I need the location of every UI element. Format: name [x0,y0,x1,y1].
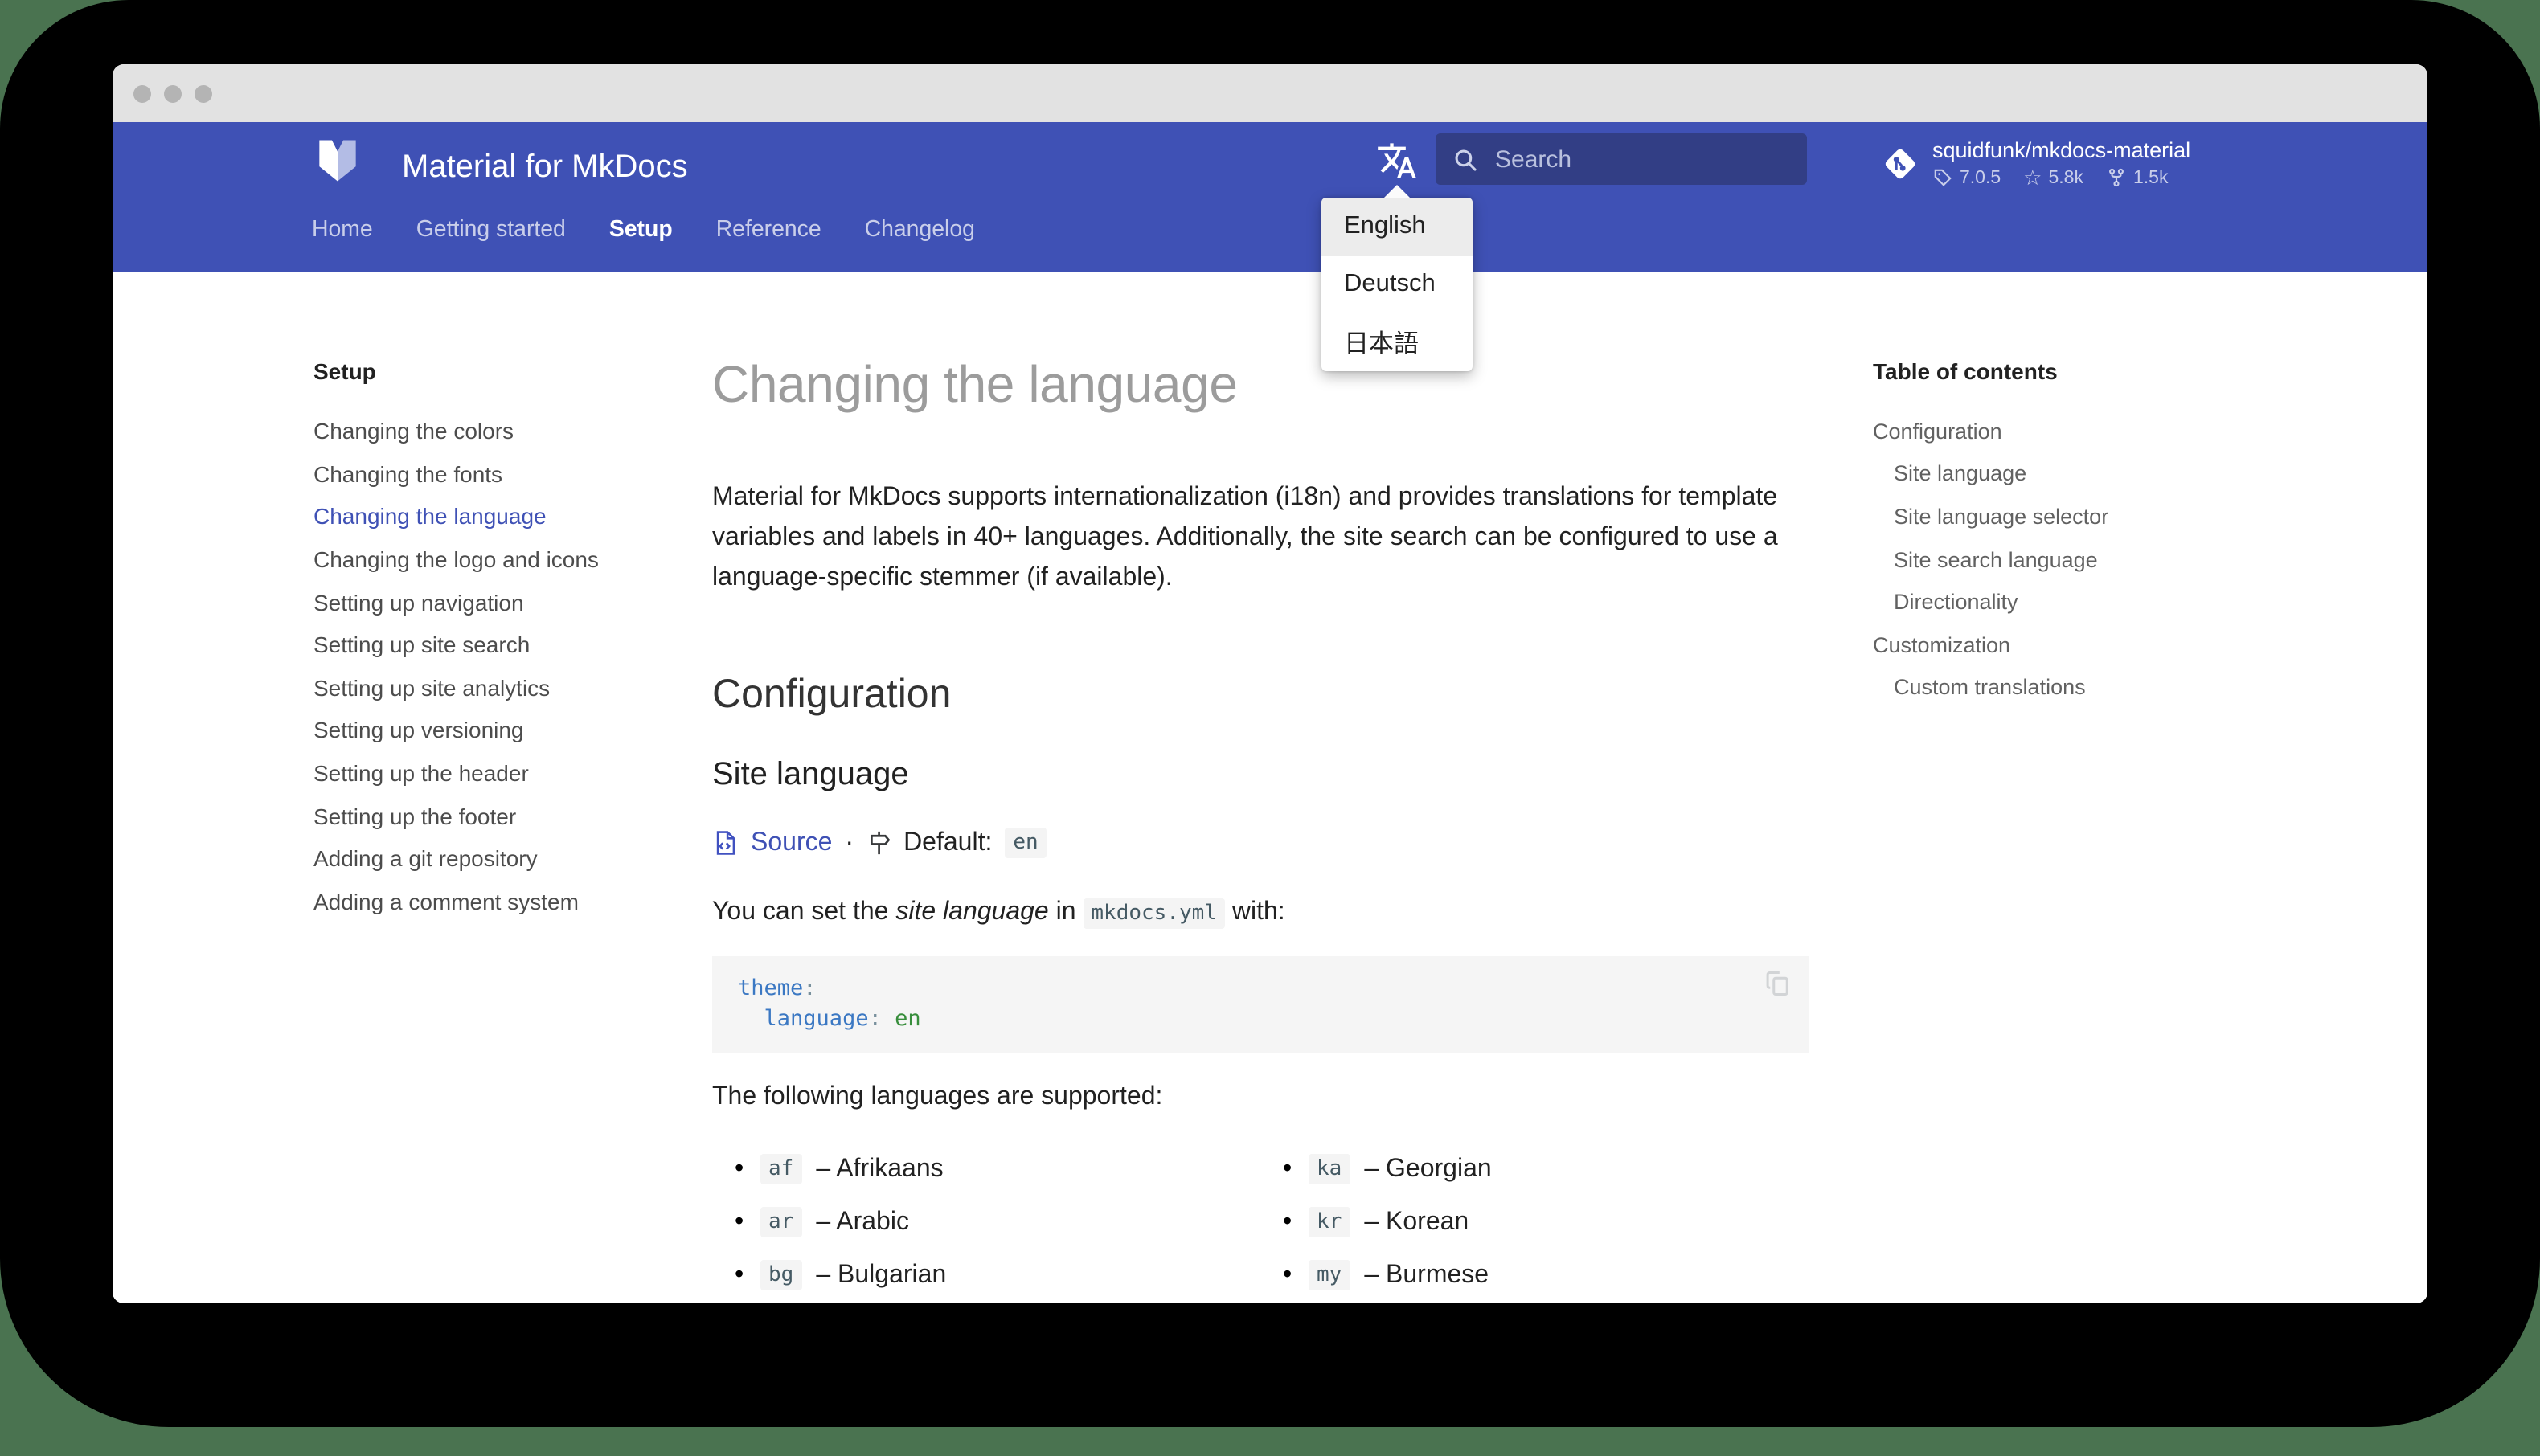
language-list-item: ar – Arabic [712,1196,1260,1249]
sidebar-item[interactable]: Adding a git repository [313,837,683,880]
page-title: Changing the language [712,355,1238,413]
git-icon [1885,149,1915,179]
supported-paragraph: The following languages are supported: [712,1083,1163,1110]
nav-tab[interactable]: Getting started [416,214,566,246]
article: Changing the language Material for MkDoc… [712,352,1809,1302]
language-list-item: my – Burmese [1260,1249,1809,1302]
set-language-paragraph: You can set the site language in mkdocs.… [712,894,1809,934]
search-box [1436,133,1807,185]
sidebar-item[interactable]: Setting up site search [313,624,683,666]
toc-item[interactable]: Customization [1873,624,2218,666]
sidebar-item[interactable]: Changing the colors [313,410,683,452]
source-file-icon [716,831,735,855]
source-default-line: Source · Default: en [712,828,1809,858]
language-option[interactable]: English [1321,198,1473,256]
default-value-code: en [1005,828,1047,858]
language-list-item: bg – Bulgarian [712,1249,1260,1302]
language-list-item: kr – Korean [1260,1196,1809,1249]
language-list-item: af – Afrikaans [712,1143,1260,1196]
code-line: theme: [738,975,817,1001]
section-heading-configuration: Configuration [712,672,952,717]
nav-tab[interactable]: Setup [609,214,673,246]
toc-item[interactable]: Configuration [1873,410,2218,452]
table-of-contents: Table of contents Configuration Site lan… [1873,355,2218,709]
translate-icon[interactable] [1376,140,1418,182]
source-link[interactable]: Source [751,828,832,857]
code-block: theme: language: en [712,956,1809,1053]
bullet-icon [735,1208,760,1237]
window-close-button[interactable] [133,84,151,102]
nav-tab[interactable]: Changelog [865,214,975,246]
repo-stats: 7.0.5 ☆ 5.8k 1.5k [1932,165,2190,189]
language-option[interactable]: Deutsch [1321,256,1473,313]
toc-item[interactable]: Directionality [1873,581,2218,624]
bullet-icon [735,1261,760,1290]
star-icon: ☆ [2023,165,2042,189]
sidebar-title: Setup [313,358,376,384]
subsection-heading-site-language: Site language [712,757,909,792]
sidebar-item[interactable]: Changing the fonts [313,452,683,495]
nav-tab[interactable]: Reference [716,214,821,246]
sidebar-item[interactable]: Setting up site analytics [313,666,683,709]
repo-version: 7.0.5 [1960,168,2001,187]
tag-icon [1934,169,1952,186]
main-area: Setup Changing the colors Changing the f… [113,272,2427,1303]
repo-name: squidfunk/mkdocs-material [1932,138,2191,162]
toc-items: Configuration Site language Site languag… [1873,410,2218,709]
default-label: Default: [903,828,993,856]
sidebar-item[interactable]: Setting up versioning [313,709,683,751]
window-titlebar [113,64,2427,122]
search-icon [1455,149,1477,170]
search-input[interactable] [1495,145,1784,173]
milestone-icon [871,831,891,855]
sidebar-item[interactable]: Setting up the footer [313,795,683,837]
code-line: language: en [764,1006,921,1032]
separator-dot: · [845,828,854,856]
sidebar-nav: Setup Changing the colors Changing the f… [313,355,683,922]
language-list-right: ka – Georgian kr – Korean [1260,1143,1809,1302]
sidebar-item[interactable]: Setting up navigation [313,581,683,624]
sidebar-item[interactable]: Changing the language [313,495,683,538]
language-option[interactable]: 日本語 [1321,313,1473,371]
mkdocs-yml-code: mkdocs.yml [1083,898,1225,929]
repo-link[interactable]: squidfunk/mkdocs-material 7.0.5 ☆ 5.8k 1… [1881,137,2190,188]
browser-window: Material for MkDocs Search squidfunk/mkd… [113,64,2427,1303]
bullet-icon [1283,1261,1309,1290]
copy-icon[interactable] [1764,969,1792,998]
window-minimize-button[interactable] [164,84,182,102]
mkdocs-material-logo-icon[interactable] [310,133,365,188]
toc-item[interactable]: Site search language [1873,538,2218,581]
fork-icon [2108,168,2124,187]
language-list-item: ka – Georgian [1260,1143,1809,1196]
toc-item[interactable]: Site language selector [1873,495,2218,538]
language-dropdown: English Deutsch 日本語 [1321,198,1473,371]
window-zoom-button[interactable] [195,84,212,102]
repo-stars: 5.8k [2048,168,2083,187]
bullet-icon [735,1155,760,1184]
repo-forks: 1.5k [2132,168,2169,187]
bullet-icon [1283,1155,1309,1184]
intro-paragraph: Material for MkDocs supports internation… [712,484,1778,591]
sidebar-item[interactable]: Setting up the header [313,752,683,795]
sidebar-items: Changing the colors Changing the fonts C… [313,410,683,922]
dropdown-caret-icon [1384,185,1410,198]
site-language-emphasis: site language [895,898,1049,926]
bullet-icon [1283,1208,1309,1237]
sidebar-item[interactable]: Adding a comment system [313,880,683,922]
desktop: Material for MkDocs Search squidfunk/mkd… [0,0,2540,1456]
toc-item[interactable]: Custom translations [1873,666,2218,709]
language-list-left: af – Afrikaans ar – Arabic [712,1143,1260,1302]
sidebar-item[interactable]: Changing the logo and icons [313,538,683,581]
toc-title: Table of contents [1873,358,2058,384]
nav-tab[interactable]: Home [312,214,373,246]
site-title: Material for MkDocs [402,149,688,185]
app-header: Material for MkDocs Search squidfunk/mkd… [113,122,2427,272]
language-list: af – Afrikaans ar – Arabic [712,1143,1809,1302]
toc-item[interactable]: Site language [1873,452,2218,495]
nav-tabs: Home Getting started Setup Reference Cha… [312,214,975,246]
